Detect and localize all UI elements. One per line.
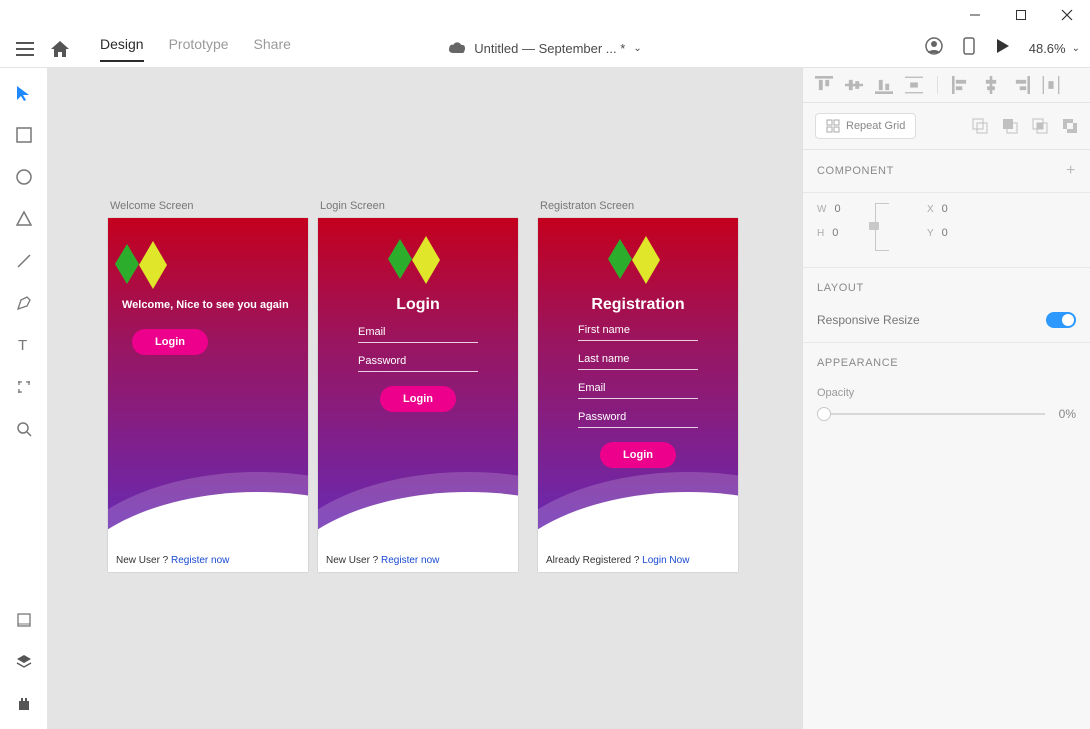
artboard-label-welcome[interactable]: Welcome Screen bbox=[110, 200, 194, 212]
layers-panel-icon[interactable] bbox=[14, 652, 34, 672]
repeat-grid-label: Repeat Grid bbox=[846, 120, 905, 132]
select-tool[interactable] bbox=[14, 83, 34, 103]
canvas-area[interactable]: Welcome Screen Welcome, Nice to see you … bbox=[48, 68, 802, 729]
align-vcenter-icon[interactable] bbox=[845, 76, 863, 94]
opacity-value: 0% bbox=[1059, 407, 1076, 421]
layout-section-title: LAYOUT bbox=[817, 282, 1076, 294]
boolean-intersect-icon[interactable] bbox=[1032, 118, 1048, 134]
height-label: H bbox=[817, 228, 824, 239]
appearance-section-title: APPEARANCE bbox=[817, 357, 1076, 369]
align-bottom-icon[interactable] bbox=[875, 76, 893, 94]
welcome-message: Welcome, Nice to see you again bbox=[122, 299, 296, 311]
zoom-tool[interactable] bbox=[14, 419, 34, 439]
chevron-down-icon[interactable]: ⌄ bbox=[633, 43, 641, 54]
email-field[interactable]: Email bbox=[358, 322, 478, 343]
repeat-grid-button[interactable]: Repeat Grid bbox=[815, 113, 916, 139]
artboard-tool[interactable] bbox=[14, 377, 34, 397]
login-submit-button[interactable]: Login bbox=[380, 386, 456, 412]
home-icon[interactable] bbox=[40, 41, 80, 57]
artboard-label-register[interactable]: Registraton Screen bbox=[540, 200, 634, 212]
tab-design[interactable]: Design bbox=[100, 36, 144, 62]
y-label: Y bbox=[927, 228, 934, 239]
boolean-exclude-icon[interactable] bbox=[1062, 118, 1078, 134]
register-title: Registration bbox=[550, 296, 726, 314]
boolean-union-icon[interactable] bbox=[972, 118, 988, 134]
opacity-slider[interactable] bbox=[817, 413, 1045, 415]
footer-text: New User ? bbox=[326, 555, 381, 566]
footer-text: Already Registered ? bbox=[546, 555, 642, 566]
artboard-label-login[interactable]: Login Screen bbox=[320, 200, 385, 212]
window-close-button[interactable] bbox=[1044, 0, 1090, 30]
device-preview-icon[interactable] bbox=[963, 37, 975, 60]
align-top-icon[interactable] bbox=[815, 76, 833, 94]
plugins-panel-icon[interactable] bbox=[14, 694, 34, 714]
register-submit-button[interactable]: Login bbox=[600, 442, 676, 468]
footer-text: New User ? bbox=[116, 555, 171, 566]
width-input[interactable]: 0 bbox=[834, 203, 840, 215]
x-input[interactable]: 0 bbox=[942, 203, 948, 215]
zoom-value: 48.6% bbox=[1029, 41, 1066, 56]
add-component-icon[interactable]: + bbox=[1066, 162, 1076, 180]
logo-icon bbox=[388, 236, 448, 286]
password-field[interactable]: Password bbox=[358, 351, 478, 372]
last-name-field[interactable]: Last name bbox=[578, 349, 698, 370]
email-field[interactable]: Email bbox=[578, 378, 698, 399]
width-label: W bbox=[817, 204, 826, 215]
chevron-down-icon: ⌄ bbox=[1072, 43, 1080, 54]
align-right-icon[interactable] bbox=[1012, 76, 1030, 94]
password-field[interactable]: Password bbox=[578, 407, 698, 428]
line-tool[interactable] bbox=[14, 251, 34, 271]
account-icon[interactable] bbox=[925, 37, 943, 60]
boolean-subtract-icon[interactable] bbox=[1002, 118, 1018, 134]
login-title: Login bbox=[330, 296, 506, 314]
register-now-link[interactable]: Register now bbox=[171, 555, 229, 566]
properties-panel: Repeat Grid COMPONENT + W0 X0 H0 Y0 LAYO… bbox=[802, 68, 1090, 729]
align-hcenter-icon[interactable] bbox=[982, 76, 1000, 94]
responsive-resize-toggle[interactable] bbox=[1046, 312, 1076, 328]
responsive-resize-label: Responsive Resize bbox=[817, 313, 920, 327]
svg-text:T: T bbox=[18, 337, 27, 354]
ellipse-tool[interactable] bbox=[14, 167, 34, 187]
rectangle-tool[interactable] bbox=[14, 125, 34, 145]
polygon-tool[interactable] bbox=[14, 209, 34, 229]
y-input[interactable]: 0 bbox=[942, 227, 948, 239]
window-minimize-button[interactable] bbox=[952, 0, 998, 30]
register-now-link[interactable]: Register now bbox=[381, 555, 439, 566]
first-name-field[interactable]: First name bbox=[578, 320, 698, 341]
artboard-register[interactable]: Registration First name Last name Email … bbox=[538, 218, 738, 572]
play-preview-icon[interactable] bbox=[995, 39, 1009, 58]
distribute-v-icon[interactable] bbox=[905, 76, 923, 94]
distribute-h-icon[interactable] bbox=[1042, 76, 1060, 94]
pen-tool[interactable] bbox=[14, 293, 34, 313]
assets-panel-icon[interactable] bbox=[14, 610, 34, 630]
artboard-welcome[interactable]: Welcome, Nice to see you again Login New… bbox=[108, 218, 308, 572]
logo-icon bbox=[608, 236, 668, 286]
tab-prototype[interactable]: Prototype bbox=[169, 36, 229, 62]
x-label: X bbox=[927, 204, 934, 215]
align-left-icon[interactable] bbox=[952, 76, 970, 94]
tab-share[interactable]: Share bbox=[254, 36, 291, 62]
opacity-label: Opacity bbox=[817, 387, 1076, 399]
zoom-dropdown[interactable]: 48.6% ⌄ bbox=[1029, 41, 1080, 56]
height-input[interactable]: 0 bbox=[832, 227, 838, 239]
artboard-login[interactable]: Login Email Password Login New User ? Re… bbox=[318, 218, 518, 572]
cloud-icon bbox=[448, 41, 466, 56]
window-maximize-button[interactable] bbox=[998, 0, 1044, 30]
document-title[interactable]: Untitled — September ... * bbox=[474, 41, 625, 56]
transform-section: W0 X0 H0 Y0 bbox=[803, 193, 1090, 268]
welcome-login-button[interactable]: Login bbox=[132, 329, 208, 355]
text-tool[interactable]: T bbox=[14, 335, 34, 355]
login-now-link[interactable]: Login Now bbox=[642, 555, 689, 566]
hamburger-menu-icon[interactable] bbox=[10, 42, 40, 56]
logo-icon bbox=[115, 241, 175, 291]
component-section-title: COMPONENT bbox=[817, 165, 894, 177]
